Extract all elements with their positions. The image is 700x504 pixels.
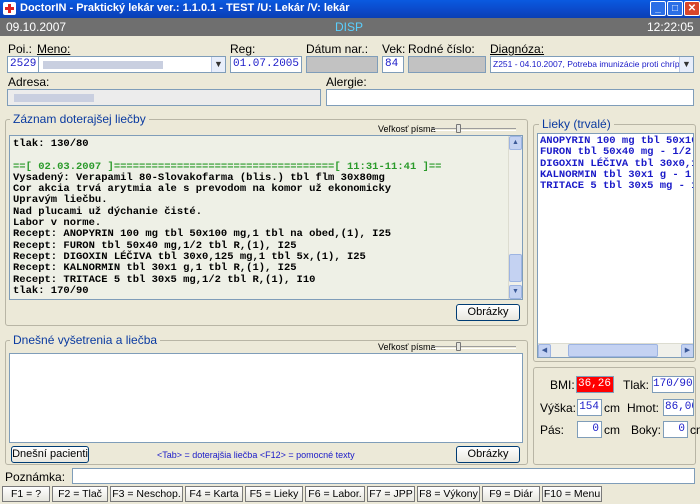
maximize-button[interactable]: □: [667, 1, 683, 16]
drug-item[interactable]: TRITACE 5 tbl 30x5 mg - 1: [540, 180, 693, 192]
scroll-thumb[interactable]: [509, 254, 522, 282]
drugs-title: Lieky (trvalé): [539, 117, 614, 131]
app-cross-icon: [3, 2, 16, 15]
fkey-menu-button[interactable]: F10 = Menu: [542, 486, 602, 502]
hscroll-thumb[interactable]: [568, 344, 658, 357]
history-font-slider-knob[interactable]: [456, 124, 461, 133]
poi-field[interactable]: 2529: [7, 56, 39, 73]
fkey-lab-button[interactable]: F6 = Labor.: [305, 486, 365, 502]
birth-number-label: Rodné číslo:: [408, 42, 475, 56]
scroll-down-icon[interactable]: ▼: [509, 285, 522, 299]
close-button[interactable]: ✕: [684, 1, 700, 16]
diagnosis-combo[interactable]: Z251 - 04.10.2007, Potreba imunizácie pr…: [490, 56, 694, 73]
allergy-field[interactable]: [326, 89, 694, 106]
fkey-diary-button[interactable]: F9 = Diár: [482, 486, 540, 502]
history-scrollbar[interactable]: ▲ ▼: [508, 136, 522, 299]
history-line: tlak: 130/80: [13, 138, 89, 150]
keyboard-hint: <Tab> = doterajšia liečba <F12> = pomocn…: [157, 450, 355, 460]
reg-label: Reg:: [230, 42, 256, 56]
window-title: DoctorIN - Praktický lekár ver.: 1.1.0.1…: [20, 2, 350, 14]
mode-indicator: DISP: [335, 20, 364, 34]
note-label: Poznámka:: [5, 470, 66, 484]
birthdate-label: Dátum nar.:: [306, 42, 369, 56]
note-field[interactable]: [72, 468, 695, 484]
hmot-label: Hmot:: [627, 401, 660, 415]
birth-number-field[interactable]: [408, 56, 486, 73]
history-textarea[interactable]: tlak: 130/80 ==[ 02.03.2007 ]===========…: [9, 135, 523, 300]
current-time: 12:22:05: [647, 20, 694, 34]
birthdate-field[interactable]: [306, 56, 378, 73]
diagnosis-label: Diagnóza:: [490, 42, 545, 56]
bmi-label: BMI:: [550, 378, 575, 392]
today-title: Dnešné vyšetrenia a liečba: [10, 333, 161, 347]
diagnosis-value: Z251 - 04.10.2007, Potreba imunizácie pr…: [493, 59, 689, 69]
today-font-label: Veľkosť písma: [378, 342, 436, 352]
history-line: [13, 150, 441, 161]
bmi-field[interactable]: 36,26: [576, 376, 614, 393]
scroll-left-icon[interactable]: ◀: [538, 344, 551, 357]
today-font-slider[interactable]: [432, 346, 516, 349]
history-line: tlak: 170/90: [13, 284, 89, 297]
history-font-label: Veľkosť písma: [378, 124, 436, 134]
address-label: Adresa:: [8, 75, 50, 89]
fkey-print-button[interactable]: F2 = Tlač: [52, 486, 108, 502]
pas-field[interactable]: 0: [577, 421, 602, 438]
history-title: Záznam doterajšej liečby: [10, 112, 149, 126]
fkey-help-button[interactable]: F1 = ?: [2, 486, 50, 502]
vyska-unit: cm: [604, 401, 620, 415]
history-images-button[interactable]: Obrázky: [456, 304, 520, 321]
tlak-field[interactable]: 170/90: [652, 376, 694, 393]
fkey-procedures-button[interactable]: F8 = Výkony: [417, 486, 480, 502]
history-text: tlak: 130/80 ==[ 02.03.2007 ]===========…: [13, 138, 441, 297]
tlak-label: Tlak:: [623, 378, 650, 392]
vyska-label: Výška:: [540, 401, 577, 415]
address-field[interactable]: [7, 89, 321, 106]
boky-label: Boky:: [631, 423, 662, 437]
vyska-field[interactable]: 154: [577, 399, 602, 416]
history-line: Recept: KALNORMIN tbl 30x1 g,1 tbl R,(1)…: [13, 262, 297, 275]
reg-date-field[interactable]: 01.07.2005: [230, 56, 302, 73]
drugs-items: ANOPYRIN 100 mg tbl 50x10 FURON tbl 50x40…: [540, 135, 693, 192]
address-redacted: [14, 94, 94, 102]
pas-unit: cm: [604, 423, 620, 437]
fkey-card-button[interactable]: F4 = Karta: [185, 486, 243, 502]
chevron-down-icon[interactable]: ▼: [679, 57, 693, 72]
current-date: 09.10.2007: [6, 20, 67, 34]
history-font-slider[interactable]: [432, 128, 516, 131]
drug-item[interactable]: FURON tbl 50x40 mg - 1/2: [540, 146, 693, 158]
pas-label: Pás:: [540, 423, 565, 437]
allergy-label: Alergie:: [326, 75, 367, 89]
hmot-field[interactable]: 86,00: [663, 399, 694, 416]
today-textarea[interactable]: [9, 353, 523, 443]
boky-field[interactable]: 0: [663, 421, 688, 438]
today-font-slider-knob[interactable]: [456, 342, 461, 351]
title-bar: DoctorIN - Praktický lekár ver.: 1.1.0.1…: [0, 0, 700, 18]
fkey-sick-leave-button[interactable]: F3 = Neschop.: [110, 486, 183, 502]
today-patients-button[interactable]: Dnešní pacienti: [11, 446, 89, 463]
fkey-jpp-button[interactable]: F7 = JPP: [367, 486, 415, 502]
minimize-button[interactable]: _: [650, 1, 666, 16]
age-label: Vek:: [382, 42, 406, 56]
today-images-button[interactable]: Obrázky: [456, 446, 520, 463]
name-redacted: [43, 61, 163, 69]
scroll-right-icon[interactable]: ▶: [681, 344, 693, 357]
poi-label: Poi.:: [8, 42, 33, 56]
function-key-bar: F1 = ? F2 = Tlač F3 = Neschop. F4 = Karta F5…: [0, 484, 700, 504]
status-bar: 09.10.2007 DISP 12:22:05: [0, 18, 700, 36]
drugs-hscrollbar[interactable]: ◀ ▶: [538, 343, 693, 357]
name-combo[interactable]: ▼: [38, 56, 226, 73]
scroll-up-icon[interactable]: ▲: [509, 136, 522, 150]
chevron-down-icon[interactable]: ▼: [211, 57, 225, 72]
drugs-list[interactable]: ANOPYRIN 100 mg tbl 50x10 FURON tbl 50x40…: [537, 133, 694, 358]
age-field[interactable]: 84: [382, 56, 404, 73]
history-line: Recept: ANOPYRIN 100 mg tbl 50x100 mg,1 …: [13, 228, 392, 241]
meno-label: Meno:: [37, 42, 71, 56]
fkey-drugs-button[interactable]: F5 = Lieky: [245, 486, 303, 502]
boky-unit: cm: [690, 423, 700, 437]
